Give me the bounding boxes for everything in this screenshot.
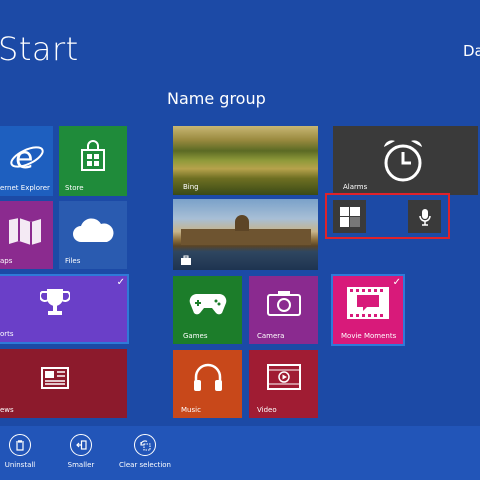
internet-explorer-icon: e — [0, 138, 53, 176]
uninstall-button[interactable]: Uninstall — [0, 434, 50, 469]
news-icon — [30, 361, 80, 395]
cloud-icon — [59, 211, 127, 249]
tile-label: Store — [65, 184, 84, 192]
tile-store[interactable]: Store — [59, 126, 127, 196]
tile-label: ernet Explorer — [0, 184, 50, 192]
tile-sports[interactable]: ✓ orts — [0, 274, 129, 344]
maps-icon — [0, 211, 50, 251]
tile-internet-explorer[interactable]: e ernet Explorer — [0, 126, 53, 196]
tile-camera[interactable]: Camera — [249, 276, 318, 344]
smaller-button[interactable]: Smaller — [51, 434, 111, 469]
uninstall-label: Uninstall — [4, 461, 36, 469]
tile-video[interactable]: Video — [249, 350, 318, 418]
tile-label: Files — [65, 257, 81, 265]
tile-label: Alarms — [343, 183, 368, 191]
smaller-label: Smaller — [67, 461, 95, 469]
tile-music[interactable]: Music — [173, 350, 242, 418]
tile-label: Music — [181, 406, 201, 414]
tile-label: Bing — [183, 183, 199, 191]
tile-label: Movie Moments — [341, 332, 397, 340]
tile-label: Camera — [257, 332, 285, 340]
alarm-clock-icon — [373, 132, 433, 188]
trash-icon — [9, 434, 31, 456]
highlight-box — [325, 193, 450, 239]
user-name[interactable]: Da — [463, 42, 480, 60]
selected-check-icon: ✓ — [392, 277, 401, 288]
selected-check-icon: ✓ — [116, 277, 125, 288]
camera-icon — [249, 286, 318, 320]
app-bar: Uninstall Smaller Clear selection — [0, 426, 480, 480]
clear-selection-icon — [134, 434, 156, 456]
suitcase-icon — [179, 254, 193, 266]
trophy-icon — [30, 284, 80, 320]
clear-selection-button[interactable]: Clear selection — [115, 434, 175, 469]
video-icon — [249, 358, 318, 396]
tile-movie-moments[interactable]: ✓ Movie Moments — [331, 274, 405, 346]
gamepad-icon — [173, 286, 242, 320]
tile-label: Video — [257, 406, 277, 414]
tile-bing[interactable]: Bing — [173, 126, 318, 195]
headphones-icon — [173, 358, 242, 396]
tile-label: ews — [0, 406, 14, 414]
svg-text:e: e — [15, 141, 33, 176]
tile-news[interactable]: ews — [0, 349, 127, 418]
start-title: Start — [0, 30, 79, 68]
tile-travel[interactable] — [173, 199, 318, 270]
clear-selection-label: Clear selection — [119, 461, 171, 469]
movie-moments-icon — [333, 284, 403, 322]
tile-alarms[interactable]: Alarms — [333, 126, 478, 195]
tile-label: orts — [0, 330, 14, 338]
tile-label: Games — [183, 332, 208, 340]
smaller-icon — [70, 434, 92, 456]
parliament-building-shape — [181, 229, 311, 245]
tile-games[interactable]: Games — [173, 276, 242, 344]
store-icon — [59, 136, 127, 176]
parliament-dome-shape — [235, 215, 249, 231]
tile-files[interactable]: Files — [59, 201, 127, 269]
group-name-label[interactable]: Name group — [167, 89, 266, 108]
tile-maps[interactable]: aps — [0, 201, 53, 269]
tile-label: aps — [0, 257, 13, 265]
